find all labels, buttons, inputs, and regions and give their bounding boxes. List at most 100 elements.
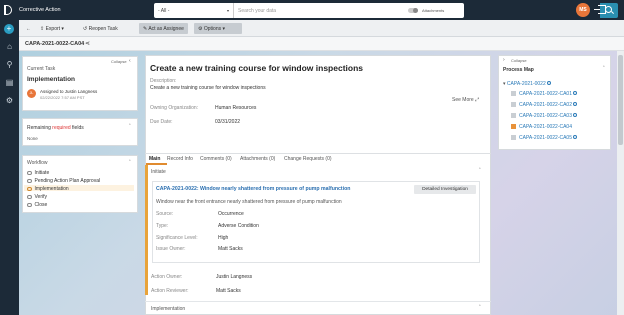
process-map-item[interactable]: CAPA-2021-0022-CA05 [519,135,577,141]
task-name: Implementation [27,76,76,83]
process-map-item[interactable]: CAPA-2021-0022-CA01 [519,91,577,97]
info-icon [573,113,577,117]
chevron-up-icon[interactable]: ˆ [129,160,131,166]
remaining-value: None [27,136,38,141]
current-task-panel: Collapse ‹ Current Task Implementation J… [22,56,138,111]
tab-divider-top [145,153,491,154]
chevron-down-icon: ▾ [226,8,229,13]
app-logo-icon [4,5,12,15]
linked-record-desc: Window near the front entrance nearly sh… [156,199,342,205]
workflow-step[interactable]: Verify [27,194,47,200]
user-avatar[interactable]: MS [576,3,590,17]
remaining-header: Remaining required fields [27,125,84,131]
process-map-root[interactable]: ▾ CAPA-2021-0022 [503,81,551,87]
section-accent-bar [145,165,148,295]
tab-change-requests[interactable]: Change Requests (0) [284,156,332,162]
workflow-panel: Workflow ˆ Initiate Pending Action Plan … [22,155,138,213]
owning-org-label: Owning Organization: [150,105,199,111]
attachments-toggle[interactable] [408,8,418,13]
section-implementation-header[interactable]: Implementation [151,306,185,312]
search-input[interactable]: Search your data [238,8,276,14]
node-icon [511,102,516,107]
action-reviewer-label: Action Reviewer: [151,288,189,294]
workflow-step[interactable]: Pending Action Plan Approval [27,178,100,184]
significance-label: Significance Level: [156,235,198,241]
node-icon [511,91,516,96]
source-value: Occurrence [218,211,244,217]
circle-icon [27,194,32,199]
linked-record-link[interactable]: CAPA-2021-0022: Window nearly shattered … [156,186,350,192]
chevron-up-icon[interactable]: ˆ [603,66,605,72]
description-value: Create a new training course for window … [150,85,266,91]
collapse-link[interactable]: Collapse [511,58,527,63]
collapse-link[interactable]: Collapse [111,59,127,64]
act-as-assignee-button[interactable]: ✎ Act as Assignee [139,23,188,34]
add-icon[interactable]: + [4,24,14,34]
toolbar: ← ⇪ Export ▾ ↺ Reopen Task ✎ Act as Assi… [19,20,624,37]
workflow-header: Workflow [27,160,48,166]
info-icon [546,81,551,85]
page-title: Create a new training course for window … [150,63,364,73]
app-title: Corrective Action [19,7,61,13]
export-button[interactable]: ⇪ Export ▾ [36,23,68,34]
reopen-task-button[interactable]: ↺ Reopen Task [79,23,122,34]
workflow-step[interactable]: Initiate [27,170,49,176]
settings-icon[interactable]: ⚙ [5,96,14,105]
search-scope-label: - All - [158,8,170,14]
process-map-item-current[interactable]: CAPA-2021-0022-CA04 [519,124,572,130]
process-map-item[interactable]: CAPA-2021-0022-CA02 [519,102,577,108]
description-label: Description: [150,78,177,84]
tab-record-info[interactable]: Record Info [167,156,193,162]
source-label: Source: [156,211,174,217]
chevron-up-icon[interactable]: ˆ [479,168,481,174]
logout-icon[interactable] [594,5,606,14]
record-id: CAPA-2021-0022-CA04 [25,41,85,47]
options-button[interactable]: ⚙ Options ▾ [194,23,242,34]
section-initiate-header[interactable]: Initiate [151,169,166,175]
attachments-label: Attachments [422,8,445,13]
home-icon[interactable]: ⌂ [5,42,14,51]
scrollbar-thumb[interactable] [618,55,623,145]
global-search: - All - ▾ Search your data Attachments [154,3,618,18]
chevron-up-icon[interactable]: ˆ [129,124,131,130]
assigned-date: 02/22/2022 7:57 AM PST [40,95,85,100]
remaining-fields-panel: Remaining required fields ˆ None [22,118,138,146]
active-circle-icon [27,186,32,191]
due-date-label: Due Date: [150,119,173,125]
type-value: Adverse Condition [218,223,259,229]
info-icon [573,102,577,106]
action-owner-value: Justin Langness [216,274,253,280]
type-label: Type: [156,223,169,229]
process-map-panel: › Collapse Process Map ˆ ▾ CAPA-2021-002… [498,55,611,150]
search-scope-dropdown[interactable]: - All - ▾ [154,3,234,18]
share-icon[interactable]: ⋖ [85,40,90,47]
process-map-item[interactable]: CAPA-2021-0022-CA03 [519,113,577,119]
tab-main[interactable]: Main [149,156,160,162]
back-arrow-icon[interactable]: ← [22,23,35,34]
issue-owner-value: Matt Sacks [218,246,243,252]
workflow-step[interactable]: Close [27,202,47,208]
info-icon [573,135,577,139]
active-tab-underline [146,163,167,165]
status-badge: Detailed Investigation [414,185,476,194]
chevron-up-icon[interactable]: ˆ [479,305,481,311]
tab-attachments[interactable]: Attachments (0) [240,156,275,162]
divider [145,301,491,302]
check-circle-icon [27,178,32,183]
assigned-to: Assigned to Justin Langness [40,89,98,94]
search-icon[interactable]: ⚲ [5,60,14,69]
tab-comments[interactable]: Comments (0) [200,156,232,162]
chevron-right-icon[interactable]: › [503,57,505,63]
current-node-icon [511,124,516,129]
action-owner-label: Action Owner: [151,274,183,280]
see-more-link[interactable]: See More ⤢ [452,97,479,103]
current-task-header: Current Task [27,66,56,72]
chevron-left-icon[interactable]: ‹ [129,58,131,64]
issue-owner-label: Issue Owner: [156,246,186,252]
scrollbar[interactable] [617,51,624,315]
significance-value: High [218,235,229,241]
breadcrumb: CAPA-2021-0022-CA04 ⋖ [19,37,624,51]
workflow-step[interactable]: Implementation [27,186,69,192]
reports-icon[interactable]: ▤ [5,78,14,87]
info-icon [573,91,577,95]
